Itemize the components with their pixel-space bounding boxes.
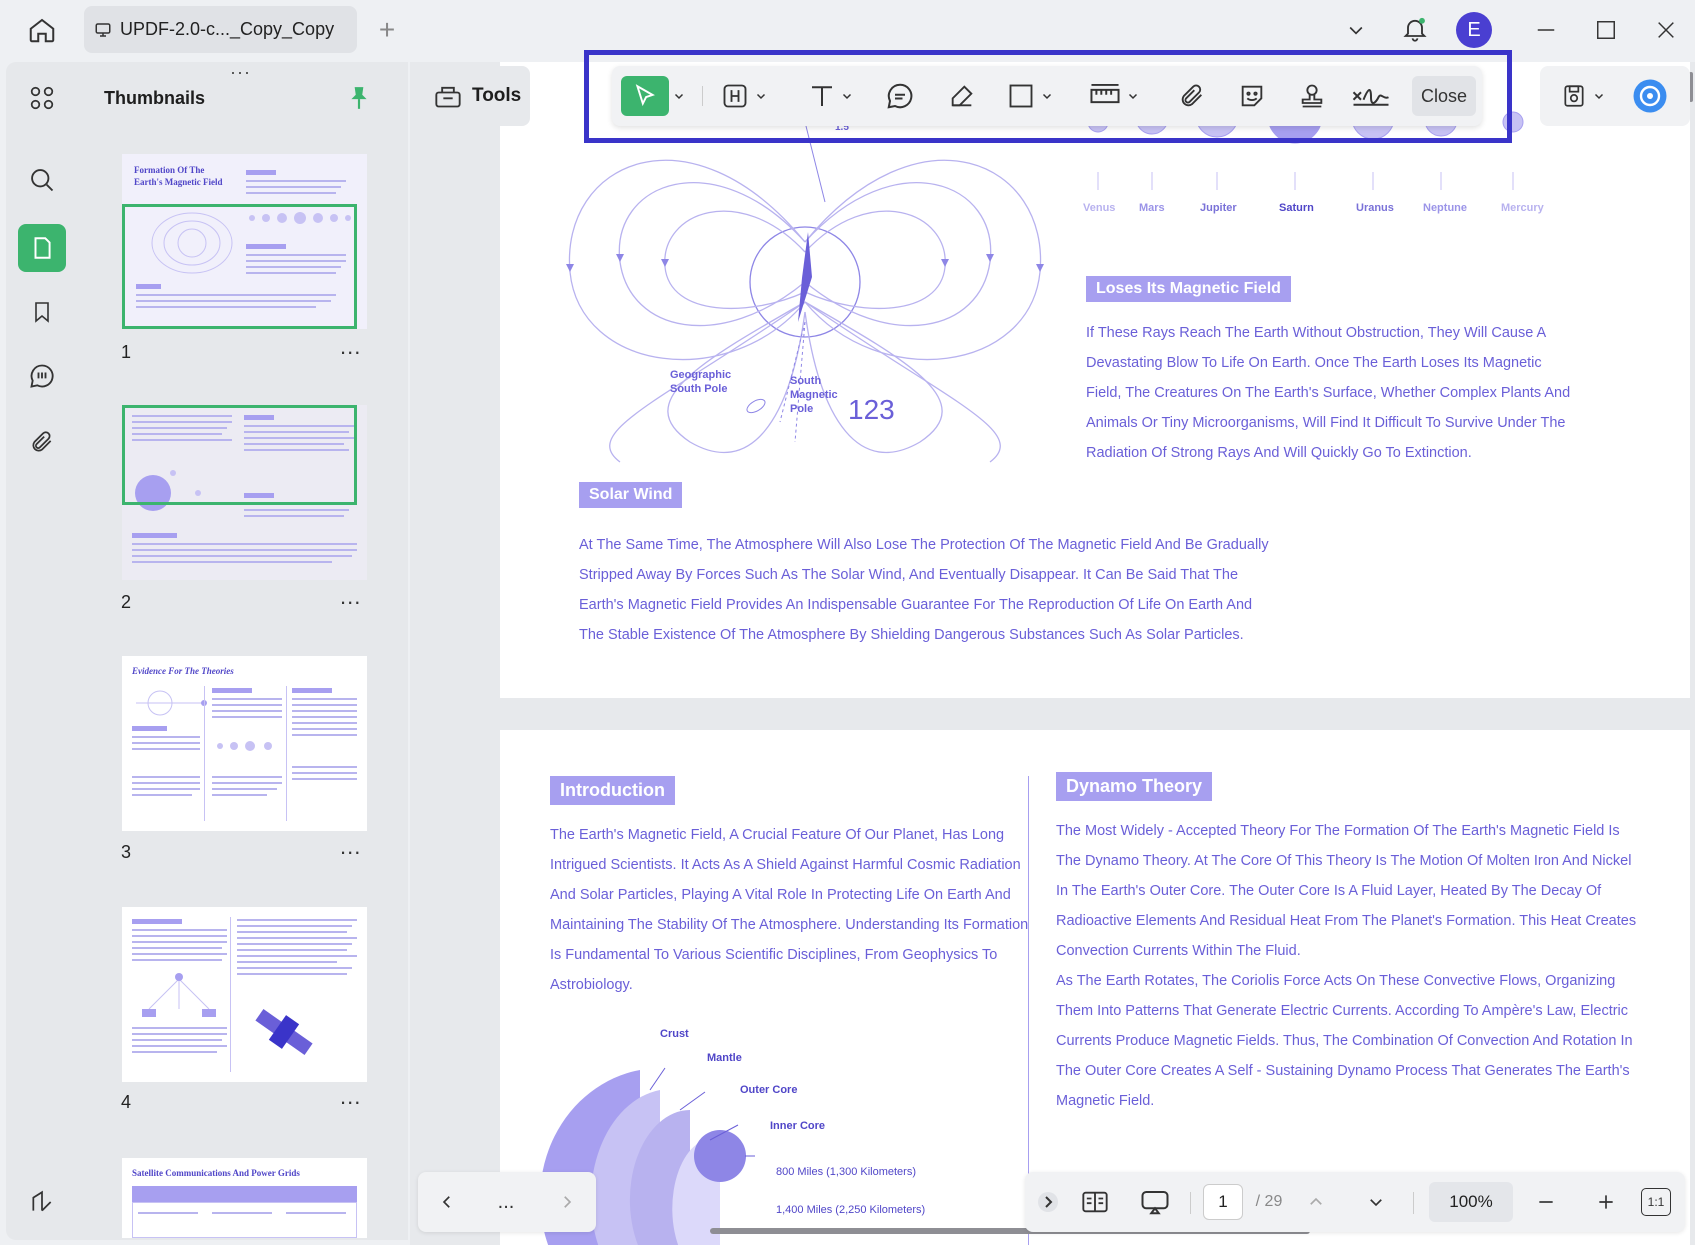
pin-icon[interactable] xyxy=(346,84,372,112)
thumbnails-title: Thumbnails xyxy=(104,88,206,108)
label-123: 123 xyxy=(848,394,895,425)
grid-icon[interactable] xyxy=(18,74,66,122)
more-icon[interactable]: ... xyxy=(340,1084,361,1110)
zoom-level[interactable]: 100% xyxy=(1429,1182,1513,1222)
dynamo-theory-tag: Dynamo Theory xyxy=(1056,772,1213,801)
page-thumbnail-5[interactable]: Satellite Communications And Power Grids xyxy=(122,1158,367,1238)
left-rail xyxy=(6,62,78,1240)
more-icon[interactable]: ... xyxy=(488,1182,524,1222)
layer-label: Inner Core xyxy=(770,1120,826,1132)
document-page: Introduction The Earth's Magnetic Field,… xyxy=(500,730,1690,1245)
close-window-icon[interactable] xyxy=(1648,14,1684,46)
planet-label: Venus xyxy=(1083,202,1116,214)
solar-wind-tag: Solar Wind xyxy=(579,482,683,508)
search-icon[interactable] xyxy=(18,156,66,204)
comment-icon[interactable] xyxy=(18,352,66,400)
more-icon[interactable]: ... xyxy=(340,334,361,360)
page-control-bar: / 29 100% 1:1 xyxy=(1025,1172,1685,1232)
home-icon[interactable] xyxy=(22,12,62,48)
loses-magnetic-field-text: If These Rays Reach The Earth Without Ob… xyxy=(1086,325,1571,461)
planet-label: Mars xyxy=(1139,202,1165,214)
layer-label: Crust xyxy=(660,1028,689,1040)
zoom-in-icon[interactable] xyxy=(1591,1182,1621,1222)
more-icon[interactable]: ... xyxy=(340,584,361,610)
reading-mode-icon[interactable] xyxy=(1075,1182,1115,1222)
magnetic-field-diagram xyxy=(566,121,1044,463)
document-page: 1.5 Geographic South Pole South Magnetic… xyxy=(500,62,1690,698)
planet-label: Jupiter xyxy=(1200,202,1237,214)
chevron-left-icon[interactable] xyxy=(432,1182,462,1222)
chevron-down-icon[interactable] xyxy=(1340,14,1372,46)
bell-icon[interactable] xyxy=(1398,12,1432,46)
chevron-right-icon[interactable] xyxy=(552,1182,582,1222)
dynamo-theory-text: The Most Widely - Accepted Theory For Th… xyxy=(1056,823,1637,1109)
chevron-up-icon[interactable] xyxy=(1301,1182,1331,1222)
thumbnail-heading: Formation Of The Earth's Magnetic Field xyxy=(134,165,223,187)
right-toolbar xyxy=(1540,66,1690,126)
thumbnail-heading: Satellite Communications And Power Grids xyxy=(132,1168,300,1178)
planet-label: Mercury xyxy=(1501,202,1544,214)
more-icon[interactable]: ... xyxy=(340,834,361,860)
introduction-text: The Earth's Magnetic Field, A Crucial Fe… xyxy=(550,827,1029,993)
avatar[interactable]: E xyxy=(1456,12,1492,48)
thumbnail-heading: Evidence For The Theories xyxy=(132,666,234,676)
layers-icon[interactable] xyxy=(18,1178,66,1226)
toolbox-icon xyxy=(434,83,462,109)
zoom-out-icon[interactable] xyxy=(1531,1182,1561,1222)
new-tab-button[interactable]: + xyxy=(372,12,402,48)
geographic-south-pole-label: Geographic South Pole xyxy=(670,369,732,395)
document-view: 1.5 Geographic South Pole South Magnetic… xyxy=(410,62,1695,1245)
ai-assistant-icon[interactable] xyxy=(1630,76,1670,116)
toolbar-highlight-frame xyxy=(584,50,1512,143)
page-number-input[interactable] xyxy=(1203,1184,1243,1220)
page-nav-bar: ... xyxy=(418,1172,596,1232)
page-number-2: 2 xyxy=(121,592,132,612)
layer-label: Outer Core xyxy=(740,1084,798,1096)
introduction-tag: Introduction xyxy=(550,776,675,805)
drag-handle[interactable]: ··· xyxy=(230,62,251,83)
south-magnetic-pole-label: South Magnetic Pole xyxy=(790,375,838,415)
planet-label: Neptune xyxy=(1423,202,1467,214)
thumbnails-panel: ··· Thumbnails Formation Of The Earth's … xyxy=(78,62,408,1240)
attachment-icon[interactable] xyxy=(18,418,66,466)
loses-magnetic-field-tag: Loses Its Magnetic Field xyxy=(1086,276,1291,302)
page-thumbnail-4[interactable] xyxy=(122,907,367,1082)
solar-wind-text: At The Same Time, The Atmosphere Will Al… xyxy=(579,537,1269,643)
layer-label: Mantle xyxy=(707,1052,742,1064)
chevron-down-icon[interactable] xyxy=(1361,1182,1391,1222)
distance-label: 800 Miles (1,300 Kilometers) xyxy=(776,1166,917,1178)
planet-label: Saturn xyxy=(1279,202,1314,214)
minimize-icon[interactable] xyxy=(1528,14,1564,46)
tools-label: Tools xyxy=(472,85,522,106)
page-thumbnail-3[interactable]: Evidence For The Theories xyxy=(122,656,367,831)
distance-label: 1,400 Miles (2,250 Kilometers) xyxy=(776,1204,926,1216)
page-thumbnail-1[interactable]: Formation Of The Earth's Magnetic Field xyxy=(122,154,367,329)
page-thumbnail-2[interactable] xyxy=(122,405,367,580)
page-total: / 29 xyxy=(1255,1193,1283,1210)
collapse-icon[interactable] xyxy=(1033,1182,1063,1222)
document-tab[interactable]: UPDF-2.0-c..._Copy_Copy xyxy=(84,6,357,53)
save-icon[interactable] xyxy=(1556,76,1610,116)
page-number-4: 4 xyxy=(121,1092,132,1112)
bookmark-icon[interactable] xyxy=(18,288,66,336)
tab-title: UPDF-2.0-c..._Copy_Copy xyxy=(120,19,335,39)
monitor-icon xyxy=(94,21,112,39)
maximize-icon[interactable] xyxy=(1588,14,1624,46)
tools-button[interactable]: Tools xyxy=(420,66,530,126)
thumbnails-icon[interactable] xyxy=(18,224,66,272)
presentation-icon[interactable] xyxy=(1135,1182,1175,1222)
actual-size-button[interactable]: 1:1 xyxy=(1641,1188,1671,1216)
page-number-3: 3 xyxy=(121,842,132,862)
planet-label: Uranus xyxy=(1356,202,1394,214)
page-number-1: 1 xyxy=(121,342,132,362)
